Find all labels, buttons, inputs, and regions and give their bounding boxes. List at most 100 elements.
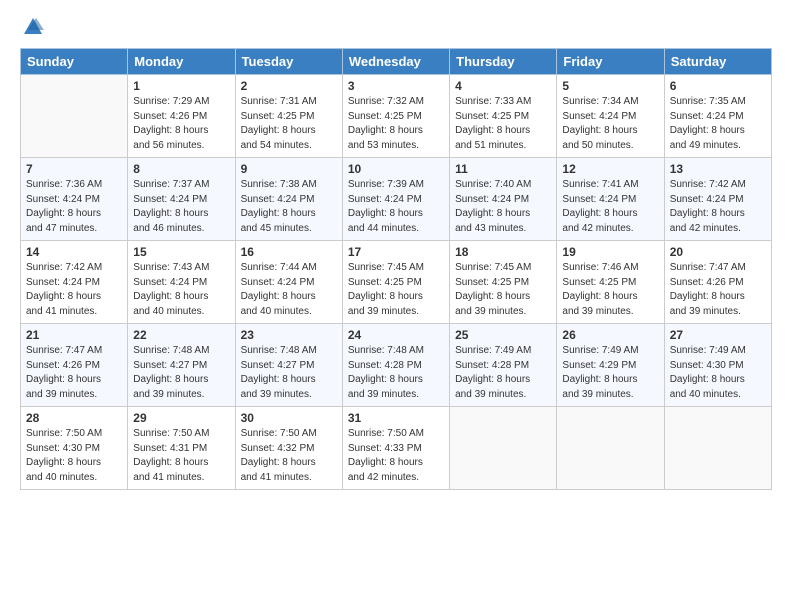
- logo-icon: [22, 16, 44, 38]
- week-row-4: 28 Sunrise: 7:50 AM Sunset: 4:30 PM Dayli…: [21, 407, 772, 490]
- calendar-container: SundayMondayTuesdayWednesdayThursdayFrid…: [0, 0, 792, 500]
- header-day-friday: Friday: [557, 49, 664, 75]
- calendar-cell: [557, 407, 664, 490]
- day-number: 19: [562, 245, 658, 259]
- day-info: Sunrise: 7:35 AM Sunset: 4:24 PM Dayligh…: [670, 95, 766, 153]
- day-info: Sunrise: 7:49 AM Sunset: 4:29 PM Dayligh…: [562, 344, 658, 402]
- day-info: Sunrise: 7:50 AM Sunset: 4:30 PM Dayligh…: [26, 427, 122, 485]
- calendar-cell: 24 Sunrise: 7:48 AM Sunset: 4:28 PM Dayli…: [342, 324, 449, 407]
- calendar-cell: 14 Sunrise: 7:42 AM Sunset: 4:24 PM Dayli…: [21, 241, 128, 324]
- calendar-cell: 15 Sunrise: 7:43 AM Sunset: 4:24 PM Dayli…: [128, 241, 235, 324]
- calendar-cell: 21 Sunrise: 7:47 AM Sunset: 4:26 PM Dayli…: [21, 324, 128, 407]
- week-row-3: 21 Sunrise: 7:47 AM Sunset: 4:26 PM Dayli…: [21, 324, 772, 407]
- day-info: Sunrise: 7:38 AM Sunset: 4:24 PM Dayligh…: [241, 178, 337, 236]
- header-day-wednesday: Wednesday: [342, 49, 449, 75]
- day-info: Sunrise: 7:33 AM Sunset: 4:25 PM Dayligh…: [455, 95, 551, 153]
- day-info: Sunrise: 7:44 AM Sunset: 4:24 PM Dayligh…: [241, 261, 337, 319]
- day-info: Sunrise: 7:48 AM Sunset: 4:28 PM Dayligh…: [348, 344, 444, 402]
- calendar-cell: 18Sunrise: 7:45 AM Sunset: 4:25 PM Dayli…: [450, 241, 557, 324]
- day-info: Sunrise: 7:43 AM Sunset: 4:24 PM Dayligh…: [133, 261, 229, 319]
- calendar-cell: 29 Sunrise: 7:50 AM Sunset: 4:31 PM Dayli…: [128, 407, 235, 490]
- day-info: Sunrise: 7:49 AM Sunset: 4:30 PM Dayligh…: [670, 344, 766, 402]
- header-day-tuesday: Tuesday: [235, 49, 342, 75]
- header-day-monday: Monday: [128, 49, 235, 75]
- header-day-sunday: Sunday: [21, 49, 128, 75]
- day-info: Sunrise: 7:42 AM Sunset: 4:24 PM Dayligh…: [26, 261, 122, 319]
- day-info: Sunrise: 7:48 AM Sunset: 4:27 PM Dayligh…: [133, 344, 229, 402]
- day-info: Sunrise: 7:36 AM Sunset: 4:24 PM Dayligh…: [26, 178, 122, 236]
- day-number: 15: [133, 245, 229, 259]
- day-info: Sunrise: 7:40 AM Sunset: 4:24 PM Dayligh…: [455, 178, 551, 236]
- calendar-cell: 3 Sunrise: 7:32 AM Sunset: 4:25 PM Daylig…: [342, 75, 449, 158]
- day-number: 13: [670, 162, 766, 176]
- day-number: 31: [348, 411, 444, 425]
- day-number: 21: [26, 328, 122, 342]
- day-number: 3: [348, 79, 444, 93]
- day-number: 27: [670, 328, 766, 342]
- calendar-cell: 2Sunrise: 7:31 AM Sunset: 4:25 PM Daylig…: [235, 75, 342, 158]
- calendar-cell: [664, 407, 771, 490]
- day-number: 26: [562, 328, 658, 342]
- day-info: Sunrise: 7:45 AM Sunset: 4:25 PM Dayligh…: [348, 261, 444, 319]
- day-number: 24: [348, 328, 444, 342]
- day-number: 10: [348, 162, 444, 176]
- calendar-cell: 22 Sunrise: 7:48 AM Sunset: 4:27 PM Dayli…: [128, 324, 235, 407]
- day-info: Sunrise: 7:37 AM Sunset: 4:24 PM Dayligh…: [133, 178, 229, 236]
- calendar-cell: 7 Sunrise: 7:36 AM Sunset: 4:24 PM Daylig…: [21, 158, 128, 241]
- day-info: Sunrise: 7:48 AM Sunset: 4:27 PM Dayligh…: [241, 344, 337, 402]
- day-info: Sunrise: 7:47 AM Sunset: 4:26 PM Dayligh…: [26, 344, 122, 402]
- header-row: SundayMondayTuesdayWednesdayThursdayFrid…: [21, 49, 772, 75]
- calendar-cell: [450, 407, 557, 490]
- day-number: 22: [133, 328, 229, 342]
- day-info: Sunrise: 7:29 AM Sunset: 4:26 PM Dayligh…: [133, 95, 229, 153]
- day-number: 1: [133, 79, 229, 93]
- day-info: Sunrise: 7:31 AM Sunset: 4:25 PM Dayligh…: [241, 95, 337, 153]
- day-info: Sunrise: 7:50 AM Sunset: 4:32 PM Dayligh…: [241, 427, 337, 485]
- day-info: Sunrise: 7:50 AM Sunset: 4:31 PM Dayligh…: [133, 427, 229, 485]
- day-info: Sunrise: 7:50 AM Sunset: 4:33 PM Dayligh…: [348, 427, 444, 485]
- calendar-cell: 1 Sunrise: 7:29 AM Sunset: 4:26 PM Daylig…: [128, 75, 235, 158]
- calendar-cell: 16 Sunrise: 7:44 AM Sunset: 4:24 PM Dayli…: [235, 241, 342, 324]
- week-row-1: 7 Sunrise: 7:36 AM Sunset: 4:24 PM Daylig…: [21, 158, 772, 241]
- day-number: 30: [241, 411, 337, 425]
- calendar-cell: 25Sunrise: 7:49 AM Sunset: 4:28 PM Dayli…: [450, 324, 557, 407]
- day-info: Sunrise: 7:32 AM Sunset: 4:25 PM Dayligh…: [348, 95, 444, 153]
- day-number: 9: [241, 162, 337, 176]
- day-number: 7: [26, 162, 122, 176]
- calendar-cell: 12 Sunrise: 7:41 AM Sunset: 4:24 PM Dayli…: [557, 158, 664, 241]
- day-number: 20: [670, 245, 766, 259]
- calendar-cell: 30 Sunrise: 7:50 AM Sunset: 4:32 PM Dayli…: [235, 407, 342, 490]
- day-info: Sunrise: 7:47 AM Sunset: 4:26 PM Dayligh…: [670, 261, 766, 319]
- day-number: 14: [26, 245, 122, 259]
- calendar-cell: 5Sunrise: 7:34 AM Sunset: 4:24 PM Daylig…: [557, 75, 664, 158]
- calendar-cell: 31 Sunrise: 7:50 AM Sunset: 4:33 PM Dayli…: [342, 407, 449, 490]
- week-row-2: 14 Sunrise: 7:42 AM Sunset: 4:24 PM Dayli…: [21, 241, 772, 324]
- day-number: 28: [26, 411, 122, 425]
- day-info: Sunrise: 7:46 AM Sunset: 4:25 PM Dayligh…: [562, 261, 658, 319]
- day-info: Sunrise: 7:39 AM Sunset: 4:24 PM Dayligh…: [348, 178, 444, 236]
- day-number: 12: [562, 162, 658, 176]
- day-number: 11: [455, 162, 551, 176]
- day-number: 6: [670, 79, 766, 93]
- header: [20, 16, 772, 38]
- header-day-saturday: Saturday: [664, 49, 771, 75]
- calendar-cell: 26 Sunrise: 7:49 AM Sunset: 4:29 PM Dayli…: [557, 324, 664, 407]
- day-number: 23: [241, 328, 337, 342]
- calendar-cell: 10 Sunrise: 7:39 AM Sunset: 4:24 PM Dayli…: [342, 158, 449, 241]
- calendar-cell: 11 Sunrise: 7:40 AM Sunset: 4:24 PM Dayli…: [450, 158, 557, 241]
- day-info: Sunrise: 7:41 AM Sunset: 4:24 PM Dayligh…: [562, 178, 658, 236]
- day-number: 29: [133, 411, 229, 425]
- calendar-cell: 23 Sunrise: 7:48 AM Sunset: 4:27 PM Dayli…: [235, 324, 342, 407]
- calendar-cell: 27 Sunrise: 7:49 AM Sunset: 4:30 PM Dayli…: [664, 324, 771, 407]
- header-day-thursday: Thursday: [450, 49, 557, 75]
- day-info: Sunrise: 7:49 AM Sunset: 4:28 PM Dayligh…: [455, 344, 551, 402]
- day-number: 17: [348, 245, 444, 259]
- calendar-cell: 19 Sunrise: 7:46 AM Sunset: 4:25 PM Dayli…: [557, 241, 664, 324]
- calendar-cell: 20 Sunrise: 7:47 AM Sunset: 4:26 PM Dayli…: [664, 241, 771, 324]
- calendar-cell: 9 Sunrise: 7:38 AM Sunset: 4:24 PM Daylig…: [235, 158, 342, 241]
- day-info: Sunrise: 7:34 AM Sunset: 4:24 PM Dayligh…: [562, 95, 658, 153]
- day-info: Sunrise: 7:42 AM Sunset: 4:24 PM Dayligh…: [670, 178, 766, 236]
- calendar-cell: 6 Sunrise: 7:35 AM Sunset: 4:24 PM Daylig…: [664, 75, 771, 158]
- day-number: 16: [241, 245, 337, 259]
- calendar-cell: 4Sunrise: 7:33 AM Sunset: 4:25 PM Daylig…: [450, 75, 557, 158]
